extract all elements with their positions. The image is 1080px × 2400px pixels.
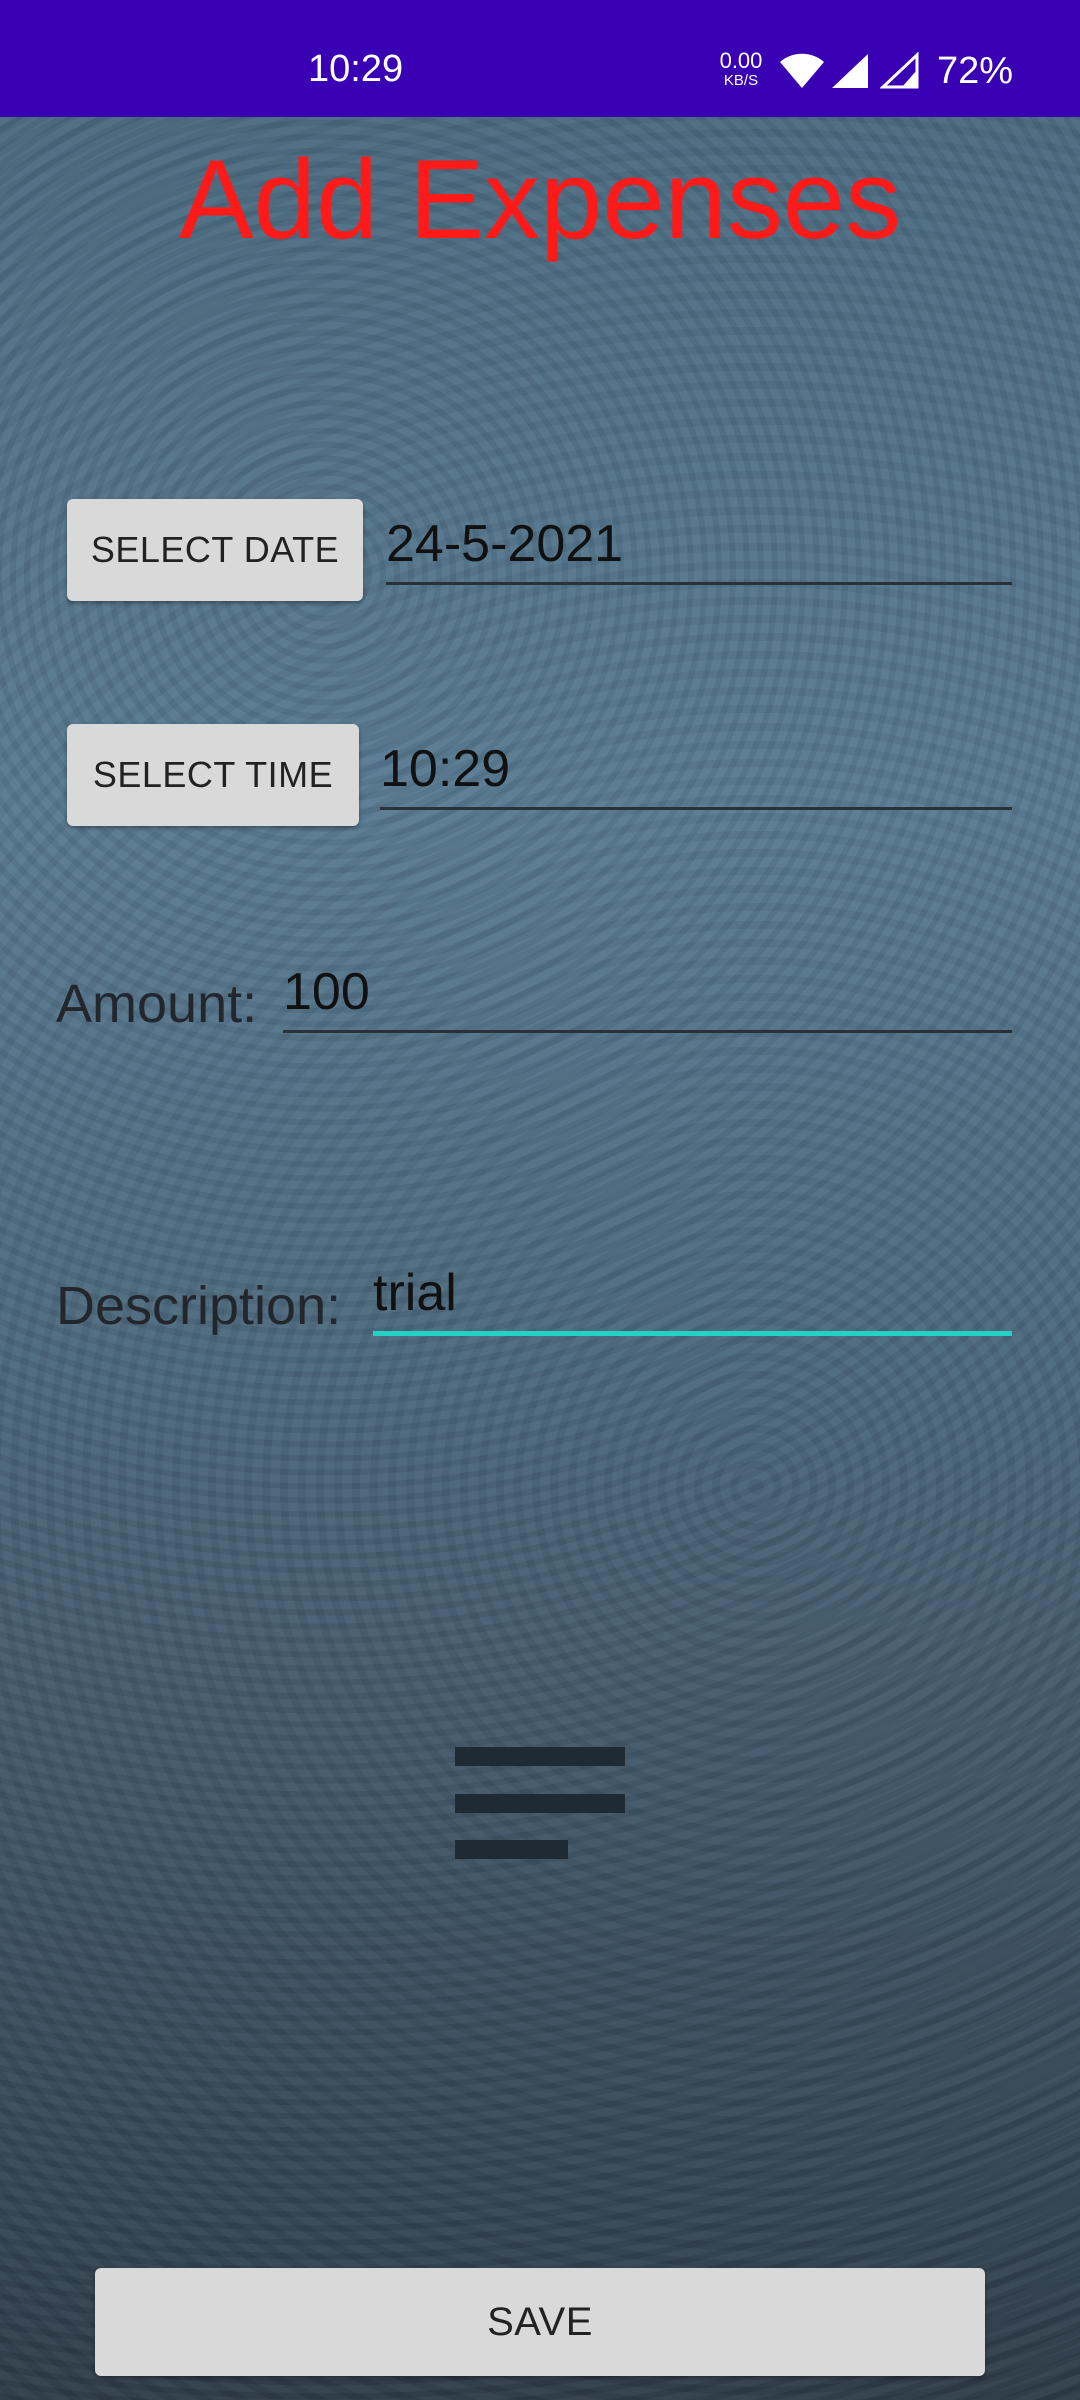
network-speed-unit: KB/S	[723, 72, 759, 89]
menu-icon-bar	[455, 1840, 568, 1859]
select-date-button[interactable]: SELECT DATE	[67, 499, 363, 601]
signal-icon	[880, 52, 919, 89]
battery-percentage: 72%	[937, 50, 1014, 92]
signal-icon	[832, 54, 868, 88]
status-bar: 10:29 0.00 KB/S 72%	[0, 0, 1080, 117]
description-label: Description:	[56, 1276, 342, 1336]
page-title: Add Expenses	[178, 137, 902, 262]
wifi-icon	[780, 53, 824, 88]
select-time-button[interactable]: SELECT TIME	[67, 724, 359, 826]
network-speed-indicator: 0.00 KB/S	[716, 48, 766, 89]
description-field[interactable]: trial	[373, 1261, 1012, 1336]
menu-icon-bar	[455, 1747, 625, 1766]
network-speed-value: 0.00	[719, 48, 763, 73]
amount-label: Amount:	[56, 974, 258, 1034]
status-time: 10:29	[308, 48, 404, 90]
date-field[interactable]: 24-5-2021	[386, 512, 1012, 585]
add-expenses-screen: Add Expenses SELECT DATE 24-5-2021 SELEC…	[0, 117, 1080, 2400]
save-button[interactable]: SAVE	[95, 2268, 985, 2376]
menu-icon-bar	[455, 1794, 625, 1813]
menu-icon[interactable]	[455, 1747, 625, 1859]
amount-field[interactable]: 100	[283, 960, 1012, 1033]
time-field[interactable]: 10:29	[380, 737, 1012, 810]
